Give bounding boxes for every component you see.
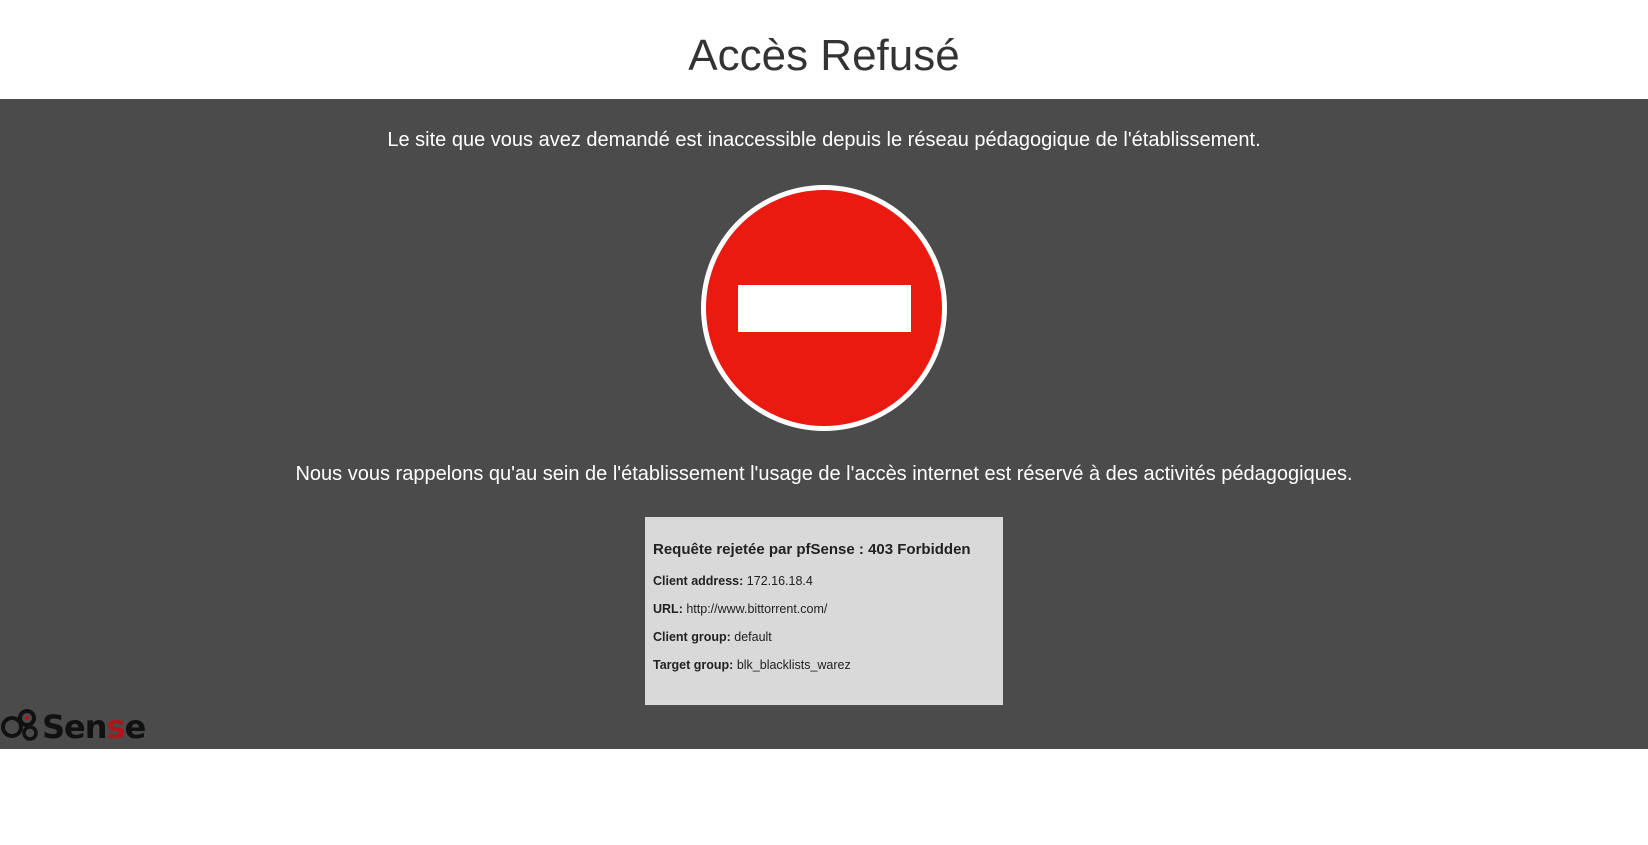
logo-text-suffix: e [124,708,147,746]
blocked-message: Le site que vous avez demandé est inacce… [387,129,1261,151]
logo-text-prefix: Sen [42,708,108,746]
client-address-label: Client address: [653,574,744,588]
url-value: http://www.bittorrent.com/ [686,602,828,616]
pfsense-logo-icon [0,705,42,750]
client-address-value: 172.16.18.4 [746,574,813,588]
pfsense-logo-text: Sense [42,707,147,747]
client-group-label: Client group: [653,630,731,644]
request-info-box: Requête rejetée par pfSense : 403 Forbid… [645,517,1003,705]
target-group-row: Target group: blk_blacklists_warez [653,657,995,673]
client-group-row: Client group: default [653,629,995,645]
blocked-page: Accès Refusé Le site que vous avez deman… [0,0,1648,845]
client-group-value: default [734,630,772,644]
client-address-row: Client address: 172.16.18.4 [653,573,995,589]
content-band: Le site que vous avez demandé est inacce… [0,99,1648,749]
url-row: URL: http://www.bittorrent.com/ [653,601,995,617]
url-label: URL: [653,602,683,616]
page-title: Accès Refusé [688,31,960,80]
reminder-message: Nous vous rappelons qu'au sein de l'étab… [295,463,1353,485]
pfsense-logo: Sense [0,705,147,750]
target-group-label: Target group: [653,658,734,672]
no-entry-icon [699,183,949,433]
target-group-value: blk_blacklists_warez [736,658,851,672]
page-header: Accès Refusé [0,0,1648,99]
logo-text-accent: s [106,708,126,746]
request-info-title: Requête rejetée par pfSense : 403 Forbid… [653,541,971,558]
